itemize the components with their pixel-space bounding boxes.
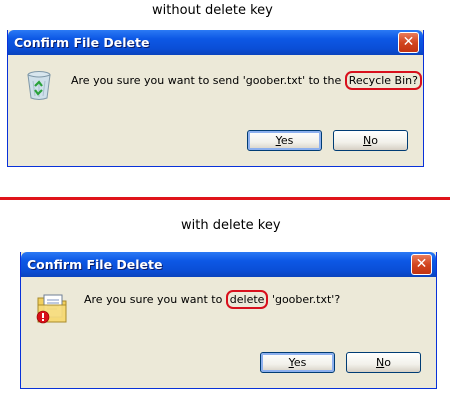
dialog-title: Confirm File Delete [27,257,163,272]
yes-label: es [293,356,307,369]
dialog-titlebar[interactable]: Confirm File Delete ✕ [21,252,436,277]
red-separator-line [0,197,450,200]
highlight-recycle-bin: Recycle Bin? [344,71,422,90]
no-button[interactable]: No [333,130,408,151]
dialog-titlebar[interactable]: Confirm File Delete ✕ [8,30,423,55]
confirm-message: Are you sure you want to send 'goober.tx… [71,71,422,90]
dialog-title: Confirm File Delete [14,35,150,50]
no-label: o [371,134,378,147]
no-button[interactable]: No [346,352,421,373]
caption-without-delete-key: without delete key [152,3,273,18]
highlight-delete: delete [225,290,269,309]
confirm-file-delete-dialog-recycle: Confirm File Delete ✕ Are you sure you w… [7,30,424,167]
no-mnemonic: N [376,356,385,369]
close-icon: ✕ [415,256,428,272]
yes-label: es [280,134,294,147]
message-text: Are you sure you want to send 'goober.tx… [71,74,345,87]
delete-file-icon [35,292,71,326]
close-icon: ✕ [402,34,415,50]
no-label: o [384,356,391,369]
no-mnemonic: N [363,134,372,147]
message-text-after: 'goober.txt'? [268,293,341,306]
caption-with-delete-key: with delete key [181,218,281,233]
message-text-before: Are you sure you want to [84,293,226,306]
yes-button[interactable]: Yes [260,352,335,373]
recycle-bin-icon [23,68,55,102]
confirm-file-delete-dialog-delete: Confirm File Delete ✕ Are you sure you w… [20,252,437,389]
yes-button[interactable]: Yes [247,130,322,151]
close-button[interactable]: ✕ [398,32,419,53]
confirm-message: Are you sure you want to delete 'goober.… [84,290,341,309]
close-button[interactable]: ✕ [411,254,432,275]
